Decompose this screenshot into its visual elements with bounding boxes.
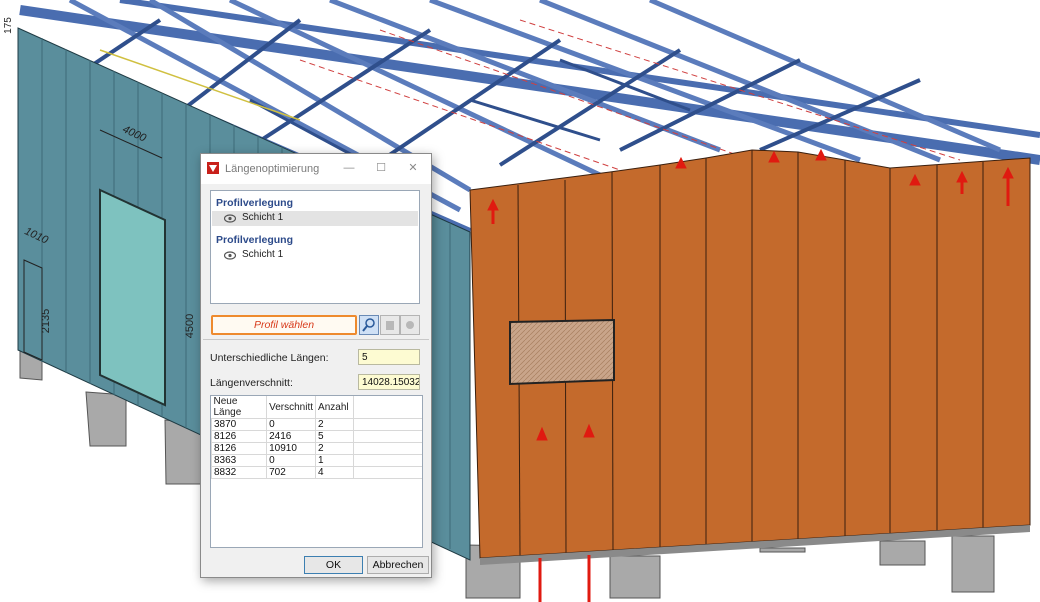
results-table[interactable]: Neue Länge Verschnitt Anzahl 3870 0 2 81… bbox=[210, 395, 423, 548]
column-header[interactable]: Anzahl bbox=[315, 396, 354, 419]
tree-item-label: Schicht 1 bbox=[242, 212, 284, 223]
dimension-label: 175 bbox=[2, 17, 14, 34]
cad-viewport[interactable] bbox=[0, 0, 1040, 602]
table-cell: 0 bbox=[266, 418, 317, 431]
table-cell: 8126 bbox=[211, 442, 268, 455]
cancel-button[interactable]: Abbrechen bbox=[367, 556, 429, 574]
dialog-title: Längenoptimierung bbox=[225, 163, 320, 175]
table-row[interactable]: 8126 2416 5 bbox=[211, 430, 422, 443]
table-filler-cell bbox=[352, 442, 422, 455]
eye-icon[interactable] bbox=[224, 214, 236, 223]
layer-tree[interactable]: Profilverlegung Schicht 1 Profilverlegun… bbox=[210, 190, 420, 304]
column-header-filler bbox=[353, 396, 422, 419]
column-header[interactable]: Verschnitt bbox=[266, 396, 317, 419]
table-filler-cell bbox=[352, 430, 422, 443]
settings-icon bbox=[406, 321, 414, 329]
column-header[interactable]: Neue Länge bbox=[211, 396, 268, 419]
dimension-label: 2135 bbox=[40, 308, 53, 334]
dimension-label: 4500 bbox=[184, 313, 197, 339]
table-row[interactable]: 8126 10910 2 bbox=[211, 442, 422, 455]
table-cell: 0 bbox=[266, 454, 317, 467]
ok-button[interactable]: OK bbox=[304, 556, 363, 574]
table-cell: 5 bbox=[315, 430, 354, 443]
app-icon bbox=[207, 162, 219, 174]
table-row[interactable]: 8363 0 1 bbox=[211, 454, 422, 467]
table-cell: 4 bbox=[315, 466, 354, 479]
table-cell: 702 bbox=[266, 466, 317, 479]
table-cell: 8126 bbox=[211, 430, 268, 443]
table-cell: 8363 bbox=[211, 454, 268, 467]
pick-icon bbox=[362, 318, 375, 332]
table-header-row: Neue Länge Verschnitt Anzahl bbox=[211, 396, 422, 419]
table-row[interactable]: 3870 0 2 bbox=[211, 418, 422, 431]
table-cell: 2416 bbox=[266, 430, 317, 443]
table-cell: 8832 bbox=[211, 466, 268, 479]
table-filler-cell bbox=[352, 418, 422, 431]
tree-item-layer[interactable]: Schicht 1 bbox=[212, 248, 418, 263]
different-lengths-label: Unterschiedliche Längen: bbox=[210, 352, 329, 364]
table-cell: 2 bbox=[315, 442, 354, 455]
close-button[interactable]: ✕ bbox=[403, 159, 423, 177]
tree-group-label: Profilverlegung bbox=[216, 197, 294, 209]
delete-button[interactable] bbox=[380, 315, 400, 335]
settings-button[interactable] bbox=[400, 315, 420, 335]
length-optimization-dialog: Längenoptimierung — ☐ ✕ Profilverlegung … bbox=[200, 153, 432, 578]
table-filler-cell bbox=[352, 466, 422, 479]
table-row[interactable]: 8832 702 4 bbox=[211, 466, 422, 479]
eye-icon[interactable] bbox=[224, 251, 236, 260]
dialog-titlebar[interactable]: Längenoptimierung — ☐ ✕ bbox=[201, 154, 431, 184]
minimize-button[interactable]: — bbox=[339, 159, 359, 177]
facade-wall bbox=[469, 149, 1031, 565]
maximize-button[interactable]: ☐ bbox=[371, 159, 391, 177]
pick-button[interactable] bbox=[359, 315, 379, 335]
tree-item-label: Schicht 1 bbox=[242, 249, 284, 260]
table-cell: 3870 bbox=[211, 418, 268, 431]
table-cell: 10910 bbox=[266, 442, 317, 455]
divider bbox=[203, 339, 429, 340]
table-cell: 1 bbox=[315, 454, 354, 467]
tree-group-label: Profilverlegung bbox=[216, 234, 294, 246]
length-waste-label: Längenverschnitt: bbox=[210, 377, 293, 389]
tree-item-layer[interactable]: Schicht 1 bbox=[212, 211, 418, 226]
delete-icon bbox=[386, 321, 394, 330]
length-waste-field[interactable]: 14028.150321 bbox=[358, 374, 420, 390]
table-cell: 2 bbox=[315, 418, 354, 431]
choose-profile-button[interactable]: Profil wählen bbox=[211, 315, 357, 335]
different-lengths-field[interactable]: 5 bbox=[358, 349, 420, 365]
table-filler-cell bbox=[352, 454, 422, 467]
